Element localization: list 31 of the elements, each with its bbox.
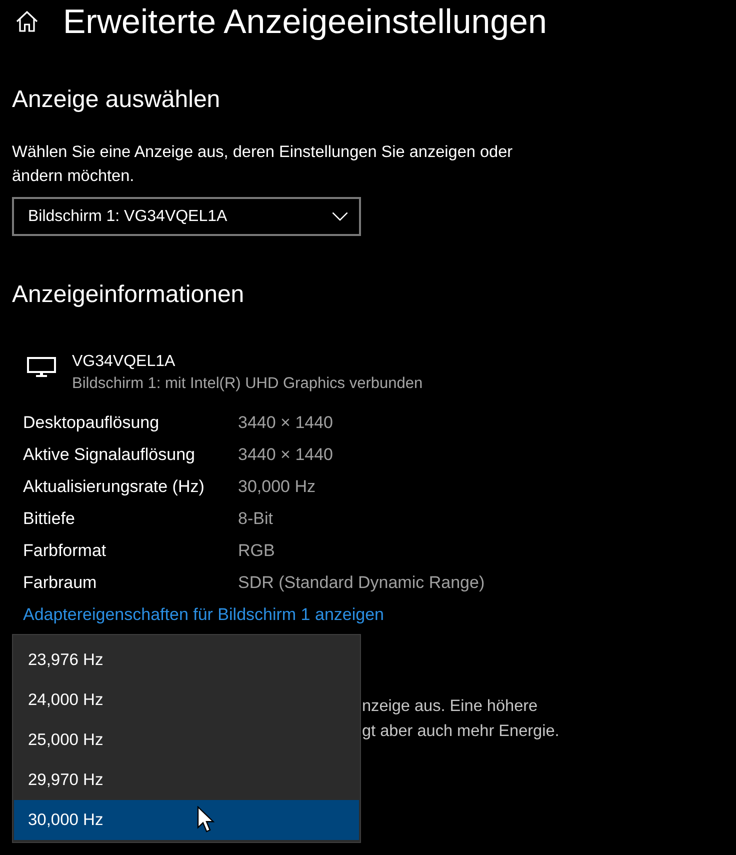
description-text: Wählen Sie eine Anzeige aus, deren Einstellungen Sie anzeigen oder ändern möchten. <box>12 142 514 187</box>
display-dropdown[interactable]: Bildschirm 1: VG34VQEL1A <box>12 197 361 236</box>
monitor-connection-text: Bildschirm 1: mit Intel(R) UHD Graphics verbunden <box>72 374 423 394</box>
section-heading: Anzeigeinformationen <box>12 280 246 310</box>
property-value: 8-Bit <box>238 509 273 529</box>
menu-option[interactable]: 29,970 Hz <box>14 760 359 800</box>
property-value: RGB <box>238 541 275 561</box>
property-label: Farbformat <box>23 541 108 561</box>
section-heading: Anzeige auswählen <box>12 85 222 115</box>
property-label: Bittiefe <box>23 509 76 529</box>
property-label: Aktive Signalauflösung <box>23 445 196 465</box>
property-label: Farbraum <box>23 573 98 593</box>
property-label: Desktopauflösung <box>23 413 160 433</box>
adapter-properties-link[interactable]: Adaptereigenschaften für Bildschirm 1 anzeigen <box>23 605 384 625</box>
home-icon[interactable] <box>16 10 38 32</box>
monitor-name: VG34VQEL1A <box>72 352 176 372</box>
description-text: nzeige aus. Eine höhere <box>362 696 539 717</box>
menu-option[interactable]: 24,000 Hz <box>14 680 359 720</box>
monitor-icon <box>27 357 56 377</box>
property-value: SDR (Standard Dynamic Range) <box>238 573 485 593</box>
description-text: gt aber auch mehr Energie. <box>362 721 560 742</box>
mouse-pointer-icon <box>197 806 215 833</box>
menu-option[interactable]: 23,976 Hz <box>14 640 359 680</box>
property-label: Aktualisierungsrate (Hz) <box>23 477 206 497</box>
menu-option[interactable]: 30,000 Hz <box>14 800 359 840</box>
property-value: 3440 × 1440 <box>238 445 334 465</box>
chevron-down-icon <box>332 212 348 221</box>
property-value: 30,000 Hz <box>238 477 316 497</box>
property-value: 3440 × 1440 <box>238 413 334 433</box>
menu-option[interactable]: 25,000 Hz <box>14 720 359 760</box>
page-title: Erweiterte Anzeigeeinstellungen <box>63 2 547 43</box>
